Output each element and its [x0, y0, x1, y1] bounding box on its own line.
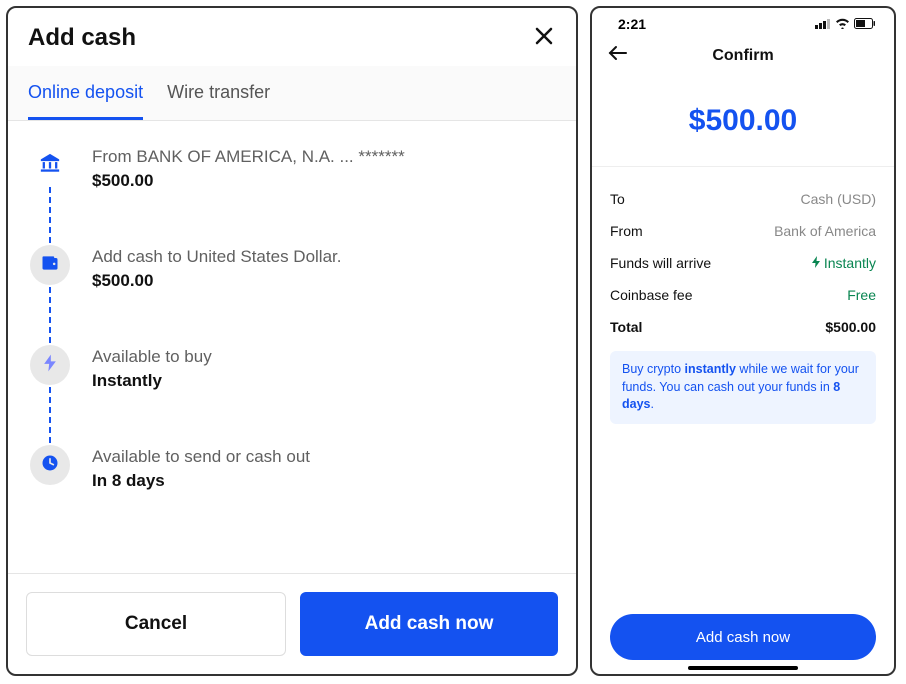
row-fee: Coinbase fee Free	[610, 279, 876, 311]
status-time: 2:21	[618, 16, 646, 32]
info-banner: Buy crypto instantly while we wait for y…	[610, 351, 876, 424]
detail-value: Bank of America	[774, 223, 876, 239]
battery-icon	[854, 16, 876, 32]
confirm-title: Confirm	[712, 47, 773, 65]
row-total: Total $500.00	[610, 311, 876, 343]
home-indicator[interactable]	[688, 666, 798, 670]
detail-label: From	[610, 223, 643, 239]
row-arrive: Funds will arrive Instantly	[610, 247, 876, 279]
row-to: To Cash (USD)	[610, 183, 876, 215]
step-value: In 8 days	[92, 471, 310, 491]
cancel-button[interactable]: Cancel	[26, 592, 286, 656]
modal-footer: Cancel Add cash now	[8, 573, 576, 674]
detail-value: Free	[847, 287, 876, 303]
status-bar: 2:21	[592, 8, 894, 34]
add-cash-button[interactable]: Add cash now	[300, 592, 558, 656]
step-label: Add cash to United States Dollar.	[92, 247, 341, 267]
lightning-icon	[811, 255, 821, 271]
add-cash-button[interactable]: Add cash now	[610, 614, 876, 660]
detail-value: $500.00	[825, 319, 876, 335]
lightning-icon	[40, 353, 60, 378]
step-value: $500.00	[92, 271, 341, 291]
add-cash-modal: Add cash Online deposit Wire transfer Fr…	[6, 6, 578, 676]
bank-icon	[39, 152, 61, 179]
detail-label: Funds will arrive	[610, 255, 711, 271]
step-from-bank: From BANK OF AMERICA, N.A. ... ******* $…	[30, 145, 554, 245]
step-value: Instantly	[92, 371, 212, 391]
detail-value: Instantly	[811, 255, 876, 271]
tab-online-deposit[interactable]: Online deposit	[28, 66, 143, 120]
row-from: From Bank of America	[610, 215, 876, 247]
wallet-icon	[40, 253, 60, 278]
back-icon[interactable]	[608, 44, 628, 68]
step-add-cash: Add cash to United States Dollar. $500.0…	[30, 245, 554, 345]
detail-value: Cash (USD)	[801, 191, 876, 207]
confirm-header: Confirm	[592, 34, 894, 78]
step-label: Available to send or cash out	[92, 447, 310, 467]
step-value: $500.00	[92, 171, 405, 191]
details-list: To Cash (USD) From Bank of America Funds…	[592, 167, 894, 343]
step-label: From BANK OF AMERICA, N.A. ... *******	[92, 147, 405, 167]
detail-label: To	[610, 191, 625, 207]
amount-display: $500.00	[592, 78, 894, 166]
step-available-buy: Available to buy Instantly	[30, 345, 554, 445]
steps-list: From BANK OF AMERICA, N.A. ... ******* $…	[8, 121, 576, 573]
tabs: Online deposit Wire transfer	[8, 66, 576, 121]
tab-wire-transfer[interactable]: Wire transfer	[167, 66, 270, 120]
step-available-send: Available to send or cash out In 8 days	[30, 445, 554, 501]
modal-title: Add cash	[28, 24, 136, 52]
confirm-screen: 2:21 Confirm $500.00 To Cash (USD) From	[590, 6, 896, 676]
wifi-icon	[835, 16, 850, 32]
detail-label: Total	[610, 319, 642, 335]
clock-icon	[40, 453, 60, 478]
modal-header: Add cash	[8, 8, 576, 66]
detail-label: Coinbase fee	[610, 287, 693, 303]
step-label: Available to buy	[92, 347, 212, 367]
signal-icon	[815, 16, 831, 32]
close-icon[interactable]	[532, 24, 556, 52]
